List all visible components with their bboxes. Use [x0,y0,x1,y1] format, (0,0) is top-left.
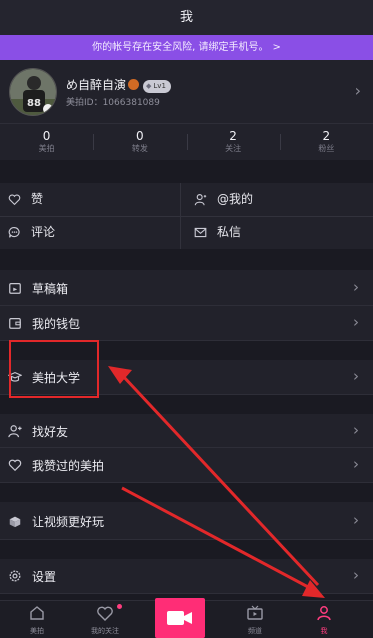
drafts-box-icon [8,281,22,295]
grid-item-mention[interactable]: @我的 [186,183,372,216]
chat-bubble-icon [8,226,21,239]
chevron-right-icon: › [353,367,359,385]
annotation-highlight-box [9,340,99,398]
gear-icon [8,569,22,583]
chevron-right-icon: › [353,455,359,473]
heart-icon [8,193,21,206]
basketball-icon [128,79,140,90]
heart-face-icon [96,604,114,622]
tab-following[interactable]: 我的关注 [68,601,142,638]
grid-item-message[interactable]: 私信 [186,216,372,249]
page-title: 我 [0,0,373,35]
stat-value: 0 [42,129,51,143]
menu-item-label: 设置 [32,570,57,584]
profile-name: め自醉自演 [66,78,127,92]
activity-grid: 赞 @我的 评论 私信 [0,183,373,249]
menu-item-label: 我赞过的美拍 [32,459,105,473]
stat-value: 2 [322,129,331,143]
add-person-icon [8,424,22,438]
chevron-right-icon: › [353,566,359,584]
grid-item-comment[interactable]: 评论 [0,216,186,249]
menu-item-settings[interactable]: 设置 › [0,559,373,594]
level-label: Lv1 [153,82,166,90]
tab-label: 美拍 [30,627,44,635]
menu-item-liked[interactable]: 我赞过的美拍 › [0,448,373,483]
menu-item-label: 让视频更好玩 [32,515,105,529]
svg-text:88: 88 [27,98,41,109]
grid-item-like[interactable]: 赞 [0,183,186,216]
profile-name-line: め自醉自演 ◆ Lv1 [66,76,171,93]
security-alert-text: 你的帐号存在安全风险, 请绑定手机号。 [92,42,269,53]
security-alert-banner[interactable]: 你的帐号存在安全风险, 请绑定手机号。 > [0,35,373,60]
profile-card[interactable]: 88 め自醉自演 ◆ Lv1 美拍ID：1066381089 › [0,60,373,123]
chevron-right-icon: › [353,313,359,331]
menu-item-better-video[interactable]: 让视频更好玩 › [0,502,373,540]
menu-item-label: 草稿箱 [32,282,69,296]
stat-followers[interactable]: 2 粉丝 [279,124,373,160]
menu-item-drafts[interactable]: 草稿箱 › [0,270,373,306]
profile-stats: 0 美拍 0 转发 2 关注 2 粉丝 [0,123,373,160]
stat-following[interactable]: 2 关注 [186,124,280,160]
stat-value: 0 [136,129,144,143]
stat-reposts[interactable]: 0 转发 [93,124,186,160]
stat-posts[interactable]: 0 美拍 [0,124,93,160]
wallet-icon [8,316,22,330]
tv-icon [246,604,264,622]
tab-channels[interactable]: 频道 [218,601,292,638]
chevron-right-icon: › [353,421,359,439]
tab-label: 我 [320,627,328,635]
person-icon [194,193,207,206]
menu-item-find-friends[interactable]: 找好友 › [0,414,373,448]
tab-meipai[interactable]: 美拍 [0,601,74,638]
mail-icon [194,226,207,239]
video-camera-icon [167,611,192,625]
profile-id: 美拍ID：1066381089 [66,98,160,108]
heart-icon [8,458,22,472]
avatar[interactable]: 88 [9,68,57,116]
grid-item-label: 私信 [217,225,242,239]
person-icon [315,604,333,622]
stat-value: 2 [229,129,237,143]
level-gem-icon: ◆ [146,82,152,90]
grid-item-label: 评论 [31,225,56,239]
chevron-right-icon: › [353,511,359,529]
notification-dot [117,604,122,609]
chevron-right-icon: › [353,278,359,296]
chevron-right-icon: > [272,42,281,53]
chevron-right-icon: › [354,81,361,100]
menu-item-label: 我的钱包 [32,317,81,331]
grid-divider [0,216,373,217]
stat-label: 关注 [225,144,242,153]
grid-item-label: 赞 [31,192,44,206]
tab-label: 频道 [248,627,262,635]
stat-label: 美拍 [38,144,55,153]
stat-label: 粉丝 [318,144,335,153]
grid-item-label: @我的 [217,192,254,206]
menu-item-wallet[interactable]: 我的钱包 › [0,306,373,341]
home-icon [28,604,46,622]
menu-item-label: 找好友 [32,425,69,439]
record-video-button[interactable] [155,598,205,638]
gift-box-icon [8,514,22,528]
tab-me[interactable]: 我 [287,601,361,638]
level-badge: ◆ Lv1 [143,80,171,93]
tab-label: 我的关注 [91,627,119,635]
stat-label: 转发 [131,144,148,153]
